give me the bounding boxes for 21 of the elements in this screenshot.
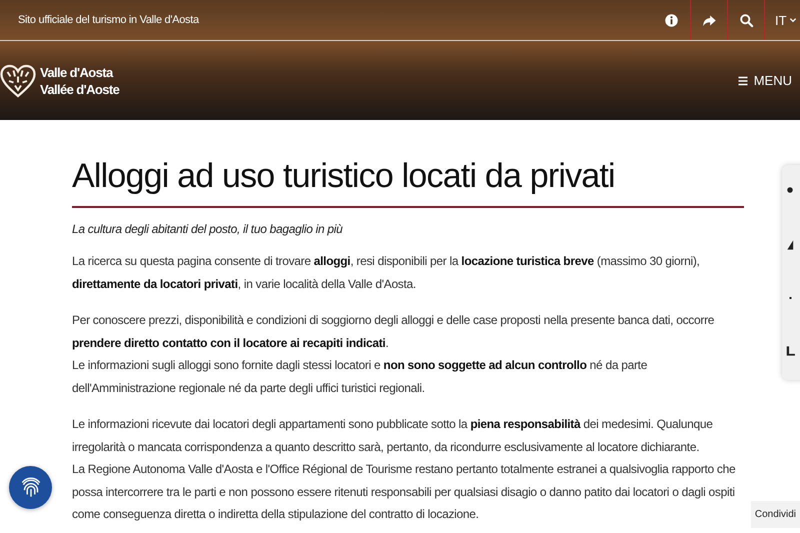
heart-pattern-icon [0, 62, 36, 98]
logo-text: Valle d'Aosta [40, 64, 114, 80]
share-arrow-icon [702, 12, 716, 28]
info-icon [664, 12, 679, 28]
body-paragraph: Le informazioni sugli alloggi sono fornite dagli stessi locatori e non sono soggette ad alcun controllo né da parte dell'Amministrazione regionale né da parte degli uffici turistici regionali. [72, 357, 648, 396]
chevron-down-icon [788, 16, 797, 24]
body-paragraph: La Regione Autonoma Valle d'Aosta e l'Office Régional de Tourisme restano pertanto totalmente estranei a qualsivoglia rapporto che possa intercorrere tra le parti e non possono essere ritenuti responsabili per qualsiasi disagio o danno patito dai locatori o dagli ospiti come conseguenza diretta o indiretta della stipulazione del contratto di locazione. [72, 461, 736, 523]
site-tagline: Sito ufficiale del turismo in Valle d'Aosta [18, 14, 199, 26]
logo-text: Vallée d'Aoste [40, 80, 120, 98]
menu-icon [736, 74, 749, 86]
body-paragraph: Per conoscere prezzi, disponibilità e condizioni di soggiorno degli alloggi e delle case proposti nella presente banca dati, occorre prendere diretto contatto con il locatore ai recapiti indicati. [72, 312, 716, 352]
page-subtitle: La cultura degli abitanti del posto, il tuo bagaglio in più [72, 221, 344, 238]
share-text-button[interactable]: Condividi [750, 501, 800, 528]
body-paragraph: Le informazioni ricevute dai locatori degli appartamenti sono pubblicate sotto la piena responsabilità dei medesimi. Qualunque irregolarità o mancata corrispondenza a quanto descritto sarà, pertanto, da ricondurre esclusivamente al locatore dichiarante. [72, 416, 714, 456]
language-selector[interactable]: IT [764, 0, 800, 40]
page-title: Alloggi ad uso turistico locati da privati [72, 156, 616, 197]
search-icon [738, 12, 754, 28]
accessibility-button[interactable] [9, 466, 52, 509]
dot-icon [787, 187, 793, 194]
body-paragraph: La ricerca su questa pagina consente di trovare alloggi, resi disponibili per la locazione turistica breve (massimo 30 giorni), direttamente da locatori privati, in varie località della Valle d'Aosta. [72, 253, 701, 292]
menu-button[interactable]: MENU [736, 73, 792, 88]
